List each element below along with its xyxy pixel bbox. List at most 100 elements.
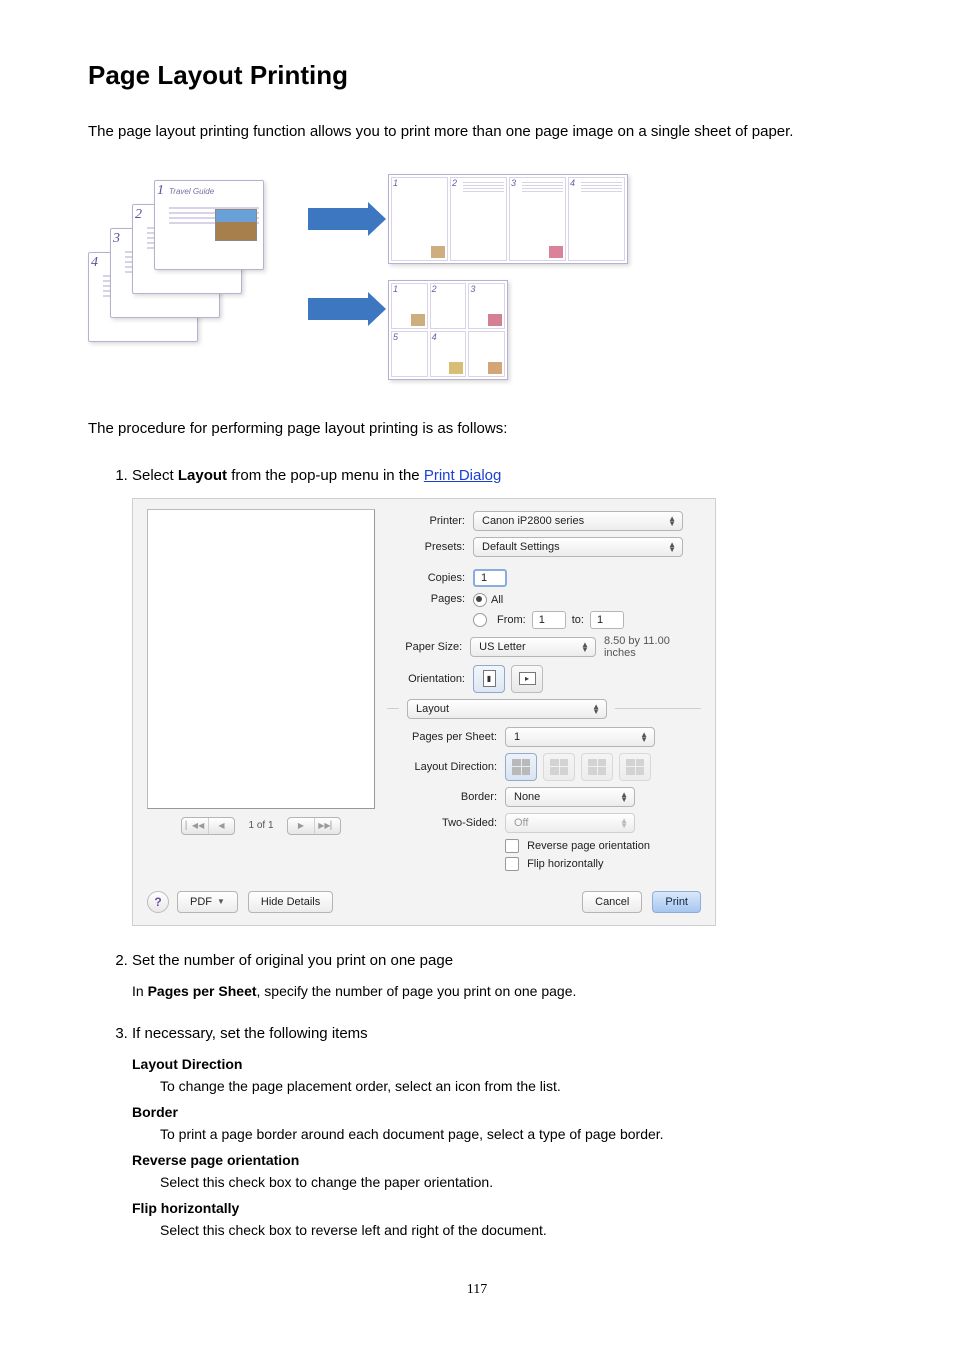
panel-separator: Layout ▲▼ bbox=[387, 699, 701, 719]
flip-horizontally-label: Flip horizontally bbox=[527, 857, 603, 869]
layout-dir-1-button[interactable] bbox=[505, 753, 537, 781]
pager-label: 1 of 1 bbox=[241, 820, 281, 831]
updown-icon: ▲▼ bbox=[668, 516, 676, 526]
step-3-def-3: Select this check box to reverse left an… bbox=[160, 1222, 866, 1238]
illustration-stack: 4 3 2 1 Travel Guide bbox=[88, 174, 288, 354]
help-button[interactable]: ? bbox=[147, 891, 169, 913]
presets-value: Default Settings bbox=[482, 541, 560, 553]
pages-all-label: All bbox=[491, 594, 503, 606]
page-number: 117 bbox=[88, 1282, 866, 1298]
two-sided-label: Two-Sided: bbox=[387, 817, 497, 829]
step-3-term-1: Border bbox=[132, 1104, 866, 1120]
page-heading: Page Layout Printing bbox=[88, 60, 866, 91]
orientation-landscape-button[interactable]: ▸ bbox=[511, 665, 543, 693]
dropdown-icon: ▼ bbox=[217, 897, 225, 906]
printer-label: Printer: bbox=[387, 515, 465, 527]
presets-label: Presets: bbox=[387, 541, 465, 553]
reverse-orientation-checkbox[interactable] bbox=[505, 839, 519, 853]
illustration-outputs: 1 2 3 4 1 2 3 5 4 bbox=[388, 174, 628, 380]
printer-value: Canon iP2800 series bbox=[482, 515, 584, 527]
pages-all-radio[interactable] bbox=[473, 593, 487, 607]
step-2-body-pre: In bbox=[132, 983, 148, 999]
paper-size-label: Paper Size: bbox=[387, 641, 462, 653]
pages-range-radio[interactable] bbox=[473, 613, 487, 627]
layout-dir-3-button[interactable] bbox=[581, 753, 613, 781]
person-icon: ▮ bbox=[487, 674, 491, 683]
layout-direction-label: Layout Direction: bbox=[387, 761, 497, 773]
step-2-body-post: , specify the number of page you print o… bbox=[257, 983, 577, 999]
step-2: Set the number of original you print on … bbox=[132, 952, 866, 999]
border-value: None bbox=[514, 791, 540, 803]
cancel-button[interactable]: Cancel bbox=[582, 891, 642, 913]
pages-from-label: From: bbox=[497, 614, 526, 626]
two-sided-value: Off bbox=[514, 817, 528, 829]
step-2-body-bold: Pages per Sheet bbox=[148, 983, 257, 999]
pages-from-input[interactable]: 1 bbox=[532, 611, 566, 629]
step-1-mid: from the pop-up menu in the bbox=[227, 467, 424, 484]
pdf-menu-button[interactable]: PDF ▼ bbox=[177, 891, 238, 913]
pdf-button-label: PDF bbox=[190, 896, 212, 908]
hide-details-button[interactable]: Hide Details bbox=[248, 891, 333, 913]
pages-to-label: to: bbox=[572, 614, 584, 626]
pages-to-input[interactable]: 1 bbox=[590, 611, 624, 629]
step-3-def-1: To print a page border around each docum… bbox=[160, 1126, 866, 1142]
procedure-text: The procedure for performing page layout… bbox=[88, 420, 866, 437]
form-pane: Printer: Canon iP2800 series ▲▼ Presets:… bbox=[387, 509, 701, 877]
orientation-portrait-button[interactable]: ▮ bbox=[473, 665, 505, 693]
panel-select[interactable]: Layout ▲▼ bbox=[407, 699, 607, 719]
pages-label: Pages: bbox=[387, 593, 465, 605]
person-icon: ▸ bbox=[525, 674, 529, 683]
step-2-body: In Pages per Sheet, specify the number o… bbox=[132, 983, 866, 999]
paper-size-value: US Letter bbox=[479, 641, 525, 653]
border-select[interactable]: None ▲▼ bbox=[505, 787, 635, 807]
intro-text: The page layout printing function allows… bbox=[88, 121, 866, 144]
print-dialog-link[interactable]: Print Dialog bbox=[424, 467, 502, 484]
updown-icon: ▲▼ bbox=[620, 818, 628, 828]
step-1: Select Layout from the pop-up menu in th… bbox=[132, 467, 866, 926]
step-3-term-2: Reverse page orientation bbox=[132, 1152, 866, 1168]
preview-pane: ▏◀◀ ◀ 1 of 1 ▶ ▶▶▏ bbox=[147, 509, 375, 835]
copies-label: Copies: bbox=[387, 572, 465, 584]
print-dialog: ▏◀◀ ◀ 1 of 1 ▶ ▶▶▏ Printer: bbox=[132, 498, 716, 926]
paper-size-select[interactable]: US Letter ▲▼ bbox=[470, 637, 596, 657]
pager-prev-button[interactable]: ◀ bbox=[208, 818, 234, 834]
printer-select[interactable]: Canon iP2800 series ▲▼ bbox=[473, 511, 683, 531]
step-3-def-2: Select this check box to change the pape… bbox=[160, 1174, 866, 1190]
print-button[interactable]: Print bbox=[652, 891, 701, 913]
panel-value: Layout bbox=[416, 703, 449, 715]
step-3-term-3: Flip horizontally bbox=[132, 1200, 866, 1216]
updown-icon: ▲▼ bbox=[640, 732, 648, 742]
pages-per-sheet-select[interactable]: 1 ▲▼ bbox=[505, 727, 655, 747]
layout-illustration: 4 3 2 1 Travel Guide 1 bbox=[88, 174, 866, 380]
step-2-title: Set the number of original you print on … bbox=[132, 952, 866, 969]
preview-paper bbox=[147, 509, 375, 809]
updown-icon: ▲▼ bbox=[668, 542, 676, 552]
step-3-def-0: To change the page placement order, sele… bbox=[160, 1078, 866, 1094]
pager-next-button[interactable]: ▶ bbox=[288, 818, 314, 834]
pager-last-button[interactable]: ▶▶▏ bbox=[314, 818, 340, 834]
preview-pager: ▏◀◀ ◀ 1 of 1 ▶ ▶▶▏ bbox=[147, 817, 375, 835]
step-1-title: Select Layout from the pop-up menu in th… bbox=[132, 467, 866, 484]
step-3-term-0: Layout Direction bbox=[132, 1056, 866, 1072]
presets-select[interactable]: Default Settings ▲▼ bbox=[473, 537, 683, 557]
two-sided-select: Off ▲▼ bbox=[505, 813, 635, 833]
reverse-orientation-label: Reverse page orientation bbox=[527, 839, 650, 851]
border-label: Border: bbox=[387, 791, 497, 803]
copies-input[interactable]: 1 bbox=[473, 569, 507, 587]
pager-first-button[interactable]: ▏◀◀ bbox=[182, 818, 208, 834]
step-1-pre: Select bbox=[132, 467, 178, 484]
paper-dimensions: 8.50 by 11.00 inches bbox=[604, 635, 701, 659]
pages-per-sheet-label: Pages per Sheet: bbox=[387, 731, 497, 743]
orientation-label: Orientation: bbox=[387, 673, 465, 685]
pages-per-sheet-value: 1 bbox=[514, 731, 520, 743]
updown-icon: ▲▼ bbox=[592, 704, 600, 714]
layout-dir-4-button[interactable] bbox=[619, 753, 651, 781]
updown-icon: ▲▼ bbox=[620, 792, 628, 802]
layout-dir-2-button[interactable] bbox=[543, 753, 575, 781]
step-1-bold: Layout bbox=[178, 467, 227, 484]
illustration-arrows bbox=[308, 174, 368, 354]
step-3: If necessary, set the following items La… bbox=[132, 1025, 866, 1238]
step-3-title: If necessary, set the following items bbox=[132, 1025, 866, 1042]
updown-icon: ▲▼ bbox=[581, 642, 589, 652]
flip-horizontally-checkbox[interactable] bbox=[505, 857, 519, 871]
